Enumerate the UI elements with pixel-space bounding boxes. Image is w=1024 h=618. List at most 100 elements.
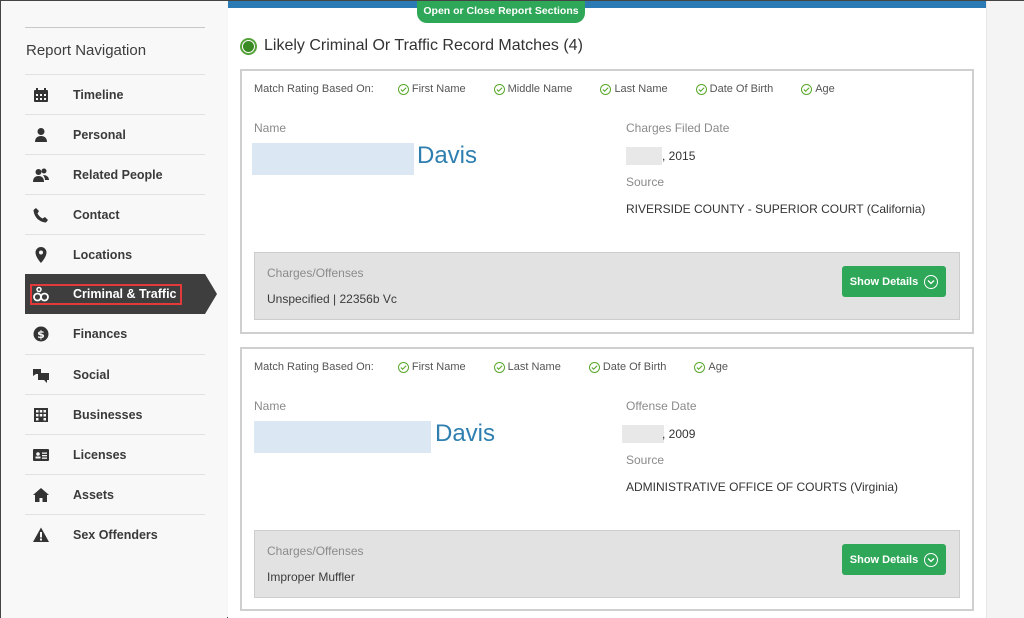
highlight-box [30, 284, 182, 305]
sidebar-item-label: Businesses [73, 407, 143, 422]
charges-value: Improper Muffler [267, 570, 355, 584]
nav-list: Timeline Personal Related People Contact… [25, 74, 217, 554]
right-gutter [986, 1, 1024, 618]
sidebar-item-label: Licenses [73, 447, 127, 462]
match-rating-row: Match Rating Based On: First Name Middle… [254, 83, 863, 95]
name-label: Name [254, 399, 287, 413]
sidebar-item-assets[interactable]: Assets [25, 474, 205, 514]
match-criterion: Middle Name [493, 83, 572, 95]
sidebar-item-label: Timeline [73, 87, 124, 102]
phone-icon [33, 207, 49, 223]
source-label: Source [626, 175, 665, 189]
date-label: Offense Date [626, 399, 697, 413]
check-circle-icon [588, 361, 600, 373]
sidebar-item-label: Finances [73, 327, 128, 341]
charges-value: Unspecified | 22356b Vc [267, 292, 397, 306]
show-details-button[interactable]: Show Details [842, 544, 946, 575]
last-name: Davis [417, 142, 478, 169]
calendar-icon [33, 87, 49, 103]
section-title: Likely Criminal Or Traffic Record Matche… [264, 37, 583, 54]
sidebar-item-sex-offenders[interactable]: Sex Offenders [25, 514, 205, 554]
show-details-button[interactable]: Show Details [842, 266, 946, 297]
charges-label: Charges/Offenses [267, 266, 364, 280]
dollar-icon: $ [33, 326, 49, 342]
main-content: Open or Close Report Sections Likely Cri… [228, 1, 986, 618]
sidebar-item-personal[interactable]: Personal [25, 114, 205, 154]
redacted-date [626, 147, 662, 165]
date-value: , 2009 [662, 427, 696, 441]
svg-text:$: $ [37, 328, 45, 341]
sidebar-item-label: Assets [73, 487, 114, 502]
chevron-down-icon [924, 552, 939, 567]
charges-label: Charges/Offenses [267, 544, 364, 558]
check-circle-icon [397, 83, 409, 95]
check-circle-icon [801, 83, 813, 95]
match-criterion-label: Last Name [614, 83, 668, 95]
sidebar-title: Report Navigation [26, 42, 147, 59]
people-icon [33, 167, 49, 183]
match-criterion: Date Of Birth [695, 83, 774, 95]
charges-panel: Charges/Offenses Unspecified | 22356b Vc… [254, 252, 960, 320]
sidebar-item-criminal-traffic[interactable]: Criminal & Traffic [25, 274, 217, 314]
divider [25, 27, 205, 28]
show-details-label: Show Details [849, 553, 919, 566]
match-criterion: Date Of Birth [588, 361, 666, 373]
match-criterion: First Name [397, 361, 466, 373]
sidebar-item-licenses[interactable]: Licenses [25, 434, 205, 474]
date-value: , 2015 [662, 149, 696, 163]
chat-icon [33, 367, 49, 383]
check-circle-icon [493, 361, 505, 373]
top-bar [228, 1, 986, 8]
name-label: Name [254, 121, 287, 135]
match-criterion: Last Name [493, 361, 561, 373]
person-icon [33, 127, 49, 143]
check-circle-icon [695, 83, 707, 95]
section-header[interactable]: Likely Criminal Or Traffic Record Matche… [240, 37, 583, 55]
warning-icon [33, 527, 49, 543]
home-icon [33, 487, 49, 503]
date-label: Charges Filed Date [626, 121, 730, 135]
record-card: Match Rating Based On: First Name Last N… [240, 347, 974, 611]
check-circle-icon [397, 361, 409, 373]
source-value: RIVERSIDE COUNTY - SUPERIOR COURT (Calif… [626, 202, 926, 216]
sidebar-item-related-people[interactable]: Related People [25, 154, 205, 194]
show-details-label: Show Details [849, 275, 919, 288]
sidebar-item-label: Social [73, 367, 110, 382]
sidebar-item-locations[interactable]: Locations [25, 234, 205, 274]
open-close-sections-button[interactable]: Open or Close Report Sections [417, 1, 585, 23]
match-criterion-label: Last Name [507, 361, 561, 373]
report-navigation-sidebar: Report Navigation Timeline Personal Rela… [1, 1, 227, 618]
sidebar-item-timeline[interactable]: Timeline [25, 74, 205, 114]
charges-panel: Charges/Offenses Improper Muffler Show D… [254, 530, 960, 598]
match-criterion-label: Date Of Birth [709, 83, 774, 95]
last-name: Davis [435, 420, 496, 447]
map-pin-icon [33, 246, 49, 263]
sidebar-item-contact[interactable]: Contact [25, 194, 205, 234]
chevron-down-icon [924, 274, 939, 289]
sidebar-item-social[interactable]: Social [25, 354, 205, 394]
status-dot-icon [240, 37, 257, 55]
id-card-icon [33, 447, 49, 463]
redacted-first-name [254, 421, 431, 453]
match-criterion: Last Name [600, 83, 668, 95]
match-criterion-label: First Name [411, 361, 466, 373]
building-icon [33, 407, 49, 423]
source-label: Source [626, 453, 665, 467]
redacted-first-name [252, 143, 414, 175]
match-criterion-label: First Name [411, 83, 466, 95]
sidebar-item-label: Contact [73, 207, 120, 222]
record-card: Match Rating Based On: First Name Middle… [240, 69, 974, 334]
match-criterion: Age [801, 83, 835, 95]
match-criterion: Age [694, 361, 728, 373]
sidebar-item-label: Personal [73, 127, 126, 142]
sidebar-item-finances[interactable]: $ Finances [25, 314, 205, 354]
match-criterion-label: Age [708, 361, 728, 373]
match-criterion: First Name [397, 83, 466, 95]
sidebar-item-label: Related People [73, 167, 163, 182]
sidebar-item-businesses[interactable]: Businesses [25, 394, 205, 434]
check-circle-icon [493, 83, 505, 95]
sidebar-item-label: Sex Offenders [73, 527, 158, 542]
redacted-date [622, 425, 664, 443]
check-circle-icon [600, 83, 612, 95]
match-rating-label: Match Rating Based On: [254, 83, 374, 95]
